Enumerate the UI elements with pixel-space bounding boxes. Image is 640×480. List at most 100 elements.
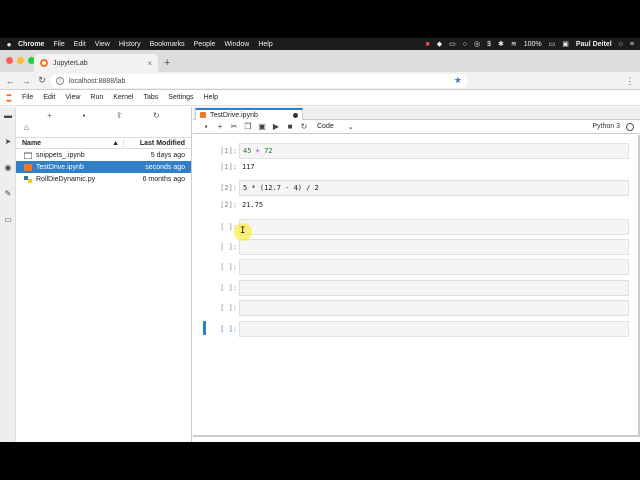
close-window-button[interactable] xyxy=(6,57,13,64)
status-dropbox-icon[interactable]: ◆ xyxy=(437,40,442,48)
mac-menu-people[interactable]: People xyxy=(194,41,216,48)
mac-menu-window[interactable]: Window xyxy=(224,41,249,48)
palette-icon[interactable]: ◉ xyxy=(3,163,13,173)
mac-menu-help[interactable]: Help xyxy=(258,41,272,48)
menu-list-icon[interactable]: ≡ xyxy=(630,41,634,48)
status-display-icon[interactable]: ▭ xyxy=(449,40,456,48)
mac-menu-chrome[interactable]: Chrome xyxy=(18,41,44,48)
browser-tab-jupyterlab[interactable]: JupyterLab × xyxy=(34,54,158,72)
status-dollar-icon[interactable]: $ xyxy=(487,41,491,48)
copy-icon[interactable]: ❐ xyxy=(241,122,255,131)
empty-code-cell[interactable]: [ ]: xyxy=(193,280,633,296)
jupyter-menu-file[interactable]: File xyxy=(22,94,33,101)
apple-icon[interactable]: ● xyxy=(0,40,18,49)
notebook-tab[interactable]: TestDrive.ipynb xyxy=(195,108,303,120)
new-tab-button[interactable]: + xyxy=(164,57,170,69)
jupyter-menu-settings[interactable]: Settings xyxy=(168,94,193,101)
input-prompt: [ ]: xyxy=(220,243,237,251)
file-row[interactable]: RollDieDynamic.py 6 months ago xyxy=(16,173,191,185)
empty-code-cell[interactable]: [ ]: xyxy=(193,259,633,275)
cell-output: 117 xyxy=(242,163,255,171)
jupyter-menu-run[interactable]: Run xyxy=(90,94,103,101)
status-search-icon[interactable]: ○ xyxy=(463,41,467,48)
mac-menu-bookmarks[interactable]: Bookmarks xyxy=(150,41,185,48)
kernel-name[interactable]: Python 3 xyxy=(592,123,620,130)
home-icon[interactable]: ⌂ xyxy=(24,123,29,132)
file-row[interactable]: snippets_.ipynb 5 days ago xyxy=(16,149,191,161)
insert-cell-icon[interactable]: + xyxy=(213,122,227,131)
jupyter-menu-view[interactable]: View xyxy=(65,94,80,101)
code-cell[interactable]: [1]: 45 + 72 xyxy=(193,143,633,159)
cell-editor[interactable]: 45 + 72 xyxy=(239,143,629,159)
file-row-selected[interactable]: TestDrive.ipynb seconds ago xyxy=(16,161,191,173)
run-icon[interactable]: ▶ xyxy=(269,122,283,131)
status-screen-icon[interactable]: ▣ xyxy=(562,40,569,48)
empty-code-cell[interactable]: [ ]: xyxy=(193,239,633,255)
new-launcher-icon[interactable]: + xyxy=(47,111,52,120)
name-column-header[interactable]: Name ▲ xyxy=(16,139,124,147)
status-sync-icon[interactable]: ◎ xyxy=(474,40,480,48)
cut-icon[interactable]: ✂ xyxy=(227,122,241,131)
unsaved-dot-icon[interactable] xyxy=(293,112,298,118)
status-wifi-icon[interactable]: ≋ xyxy=(511,40,517,48)
python-file-icon xyxy=(24,175,32,183)
cell-editor[interactable] xyxy=(239,300,629,316)
back-arrow-icon[interactable]: ← xyxy=(4,76,16,86)
active-code-cell[interactable]: [ ]: xyxy=(193,321,633,337)
chrome-menu-icon[interactable]: ⋮ xyxy=(624,76,636,87)
status-bluetooth-icon[interactable]: ✱ xyxy=(498,40,504,48)
paste-icon[interactable]: ▣ xyxy=(255,122,269,131)
refresh-icon[interactable]: ↻ xyxy=(153,111,160,120)
upload-icon[interactable]: ⇪ xyxy=(116,111,123,120)
jupyter-menu-kernel[interactable]: Kernel xyxy=(113,94,133,101)
home-breadcrumb[interactable]: ⌂ xyxy=(16,123,191,137)
mac-menu-file[interactable]: File xyxy=(53,41,64,48)
last-modified-column-header[interactable]: Last Modified xyxy=(124,140,191,147)
new-folder-icon[interactable]: ▪ xyxy=(82,111,85,120)
cell-editor[interactable]: 5 * (12.7 - 4) / 2 xyxy=(239,180,629,196)
restart-icon[interactable]: ↻ xyxy=(297,122,311,131)
empty-code-cell[interactable]: [ ]: xyxy=(193,300,633,316)
cell-editor[interactable] xyxy=(239,259,629,275)
cell-editor[interactable] xyxy=(239,321,629,337)
file-modified: 6 months ago xyxy=(142,175,185,183)
mac-menu-view[interactable]: View xyxy=(95,41,110,48)
url-bar[interactable]: i localhost:8888/lab ★ xyxy=(50,74,468,88)
jupyter-menu-edit[interactable]: Edit xyxy=(43,94,55,101)
reload-icon[interactable]: ↻ xyxy=(36,75,48,86)
status-app-icon[interactable]: ■ xyxy=(425,41,429,48)
file-name: RollDieDynamic.py xyxy=(36,175,96,183)
cell-editor[interactable] xyxy=(239,239,629,255)
folder-icon[interactable]: ▬ xyxy=(3,111,13,121)
url-text[interactable]: localhost:8888/lab xyxy=(69,78,125,85)
forward-arrow-icon[interactable]: → xyxy=(20,76,32,86)
jupyter-logo-icon xyxy=(2,91,16,105)
user-name[interactable]: Paul Deitel xyxy=(576,41,612,48)
input-prompt: [1]: xyxy=(220,147,237,155)
battery-percent: 100% xyxy=(523,40,542,48)
cell-type-select[interactable]: Code ⌄ xyxy=(317,123,354,131)
bookmark-star-icon[interactable]: ★ xyxy=(454,75,462,86)
running-icon[interactable]: ➤ xyxy=(3,137,13,147)
mac-menu-history[interactable]: History xyxy=(119,41,141,48)
save-icon[interactable]: ▪ xyxy=(199,122,213,131)
close-tab-icon[interactable]: × xyxy=(147,59,152,68)
output-area: [1]: 117 xyxy=(193,159,633,175)
window-controls xyxy=(6,57,35,64)
file-modified: 5 days ago xyxy=(150,151,185,159)
minimize-window-button[interactable] xyxy=(17,57,24,64)
empty-code-cell[interactable]: [ ]: xyxy=(193,219,633,235)
wrench-icon[interactable]: ✎ xyxy=(3,189,13,199)
spotlight-icon[interactable]: ○ xyxy=(619,41,623,48)
cell-editor[interactable] xyxy=(239,280,629,296)
info-icon[interactable]: i xyxy=(56,77,64,85)
tabs-icon[interactable]: ▭ xyxy=(3,215,13,225)
jupyter-menu-help[interactable]: Help xyxy=(204,94,218,101)
file-name: snippets_.ipynb xyxy=(36,151,85,159)
jupyter-menu-tabs[interactable]: Tabs xyxy=(143,94,158,101)
mac-menu-edit[interactable]: Edit xyxy=(74,41,86,48)
cell-editor[interactable] xyxy=(239,219,629,235)
battery-icon[interactable]: ▭ xyxy=(549,40,556,48)
code-cell[interactable]: [2]: 5 * (12.7 - 4) / 2 xyxy=(193,180,633,196)
stop-icon[interactable]: ■ xyxy=(283,122,297,131)
